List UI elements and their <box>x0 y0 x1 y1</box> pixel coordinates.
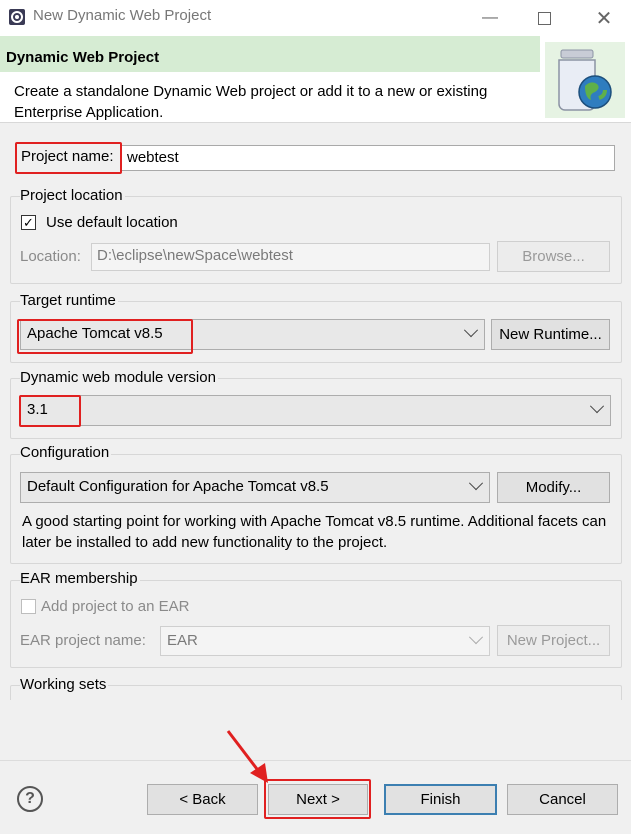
ear-membership-title: EAR membership <box>20 570 140 587</box>
location-label: Location: <box>20 248 81 265</box>
annotation-arrow-icon <box>226 730 268 783</box>
page-title: Dynamic Web Project <box>6 49 160 66</box>
highlight-box-next <box>264 779 371 819</box>
location-input[interactable]: D:\eclipse\newSpace\webtest <box>91 243 490 271</box>
highlight-box-module-version <box>19 395 81 427</box>
back-button[interactable]: < Back <box>147 784 258 815</box>
project-name-input[interactable]: webtest <box>121 145 615 171</box>
use-default-location-checkbox[interactable]: ✓ <box>21 215 36 230</box>
finish-button[interactable]: Finish <box>384 784 497 815</box>
working-sets-title: Working sets <box>20 676 109 693</box>
eclipse-app-icon <box>9 9 25 25</box>
browse-button[interactable]: Browse... <box>497 241 610 272</box>
new-runtime-button[interactable]: New Runtime... <box>491 319 610 350</box>
cancel-button[interactable]: Cancel <box>507 784 618 815</box>
add-to-ear-label: Add project to an EAR <box>41 598 190 615</box>
ear-project-name-value: EAR <box>167 632 198 649</box>
configuration-select[interactable]: Default Configuration for Apache Tomcat … <box>20 472 490 503</box>
target-runtime-title: Target runtime <box>20 292 118 309</box>
window-title: New Dynamic Web Project <box>33 7 212 24</box>
chevron-down-icon <box>589 399 605 414</box>
ear-project-name-select[interactable]: EAR <box>160 626 490 656</box>
ear-project-name-label: EAR project name: <box>20 632 146 649</box>
highlight-box-project-name <box>15 142 122 174</box>
highlight-box-target-runtime <box>17 319 193 354</box>
close-icon[interactable]: ✕ <box>584 4 624 32</box>
chevron-down-icon <box>463 323 479 338</box>
page-description: Create a standalone Dynamic Web project … <box>14 83 488 121</box>
configuration-value: Default Configuration for Apache Tomcat … <box>27 478 329 495</box>
configuration-description: A good starting point for working with A… <box>22 513 607 551</box>
chevron-down-icon <box>468 476 484 491</box>
add-to-ear-checkbox[interactable] <box>21 599 36 614</box>
modify-button[interactable]: Modify... <box>497 472 610 503</box>
chevron-down-icon <box>468 630 484 645</box>
project-location-title: Project location <box>20 187 125 204</box>
configuration-title: Configuration <box>20 444 112 461</box>
footer-divider <box>0 760 631 761</box>
web-project-jar-icon <box>545 42 625 118</box>
use-default-location-label: Use default location <box>46 214 178 231</box>
maximize-icon[interactable] <box>524 4 564 32</box>
module-version-select[interactable]: 3.1 <box>20 395 611 426</box>
module-version-title: Dynamic web module version <box>20 369 218 386</box>
help-icon[interactable]: ? <box>17 786 43 812</box>
new-ear-project-button[interactable]: New Project... <box>497 625 610 656</box>
minimize-icon[interactable]: — <box>470 4 510 32</box>
